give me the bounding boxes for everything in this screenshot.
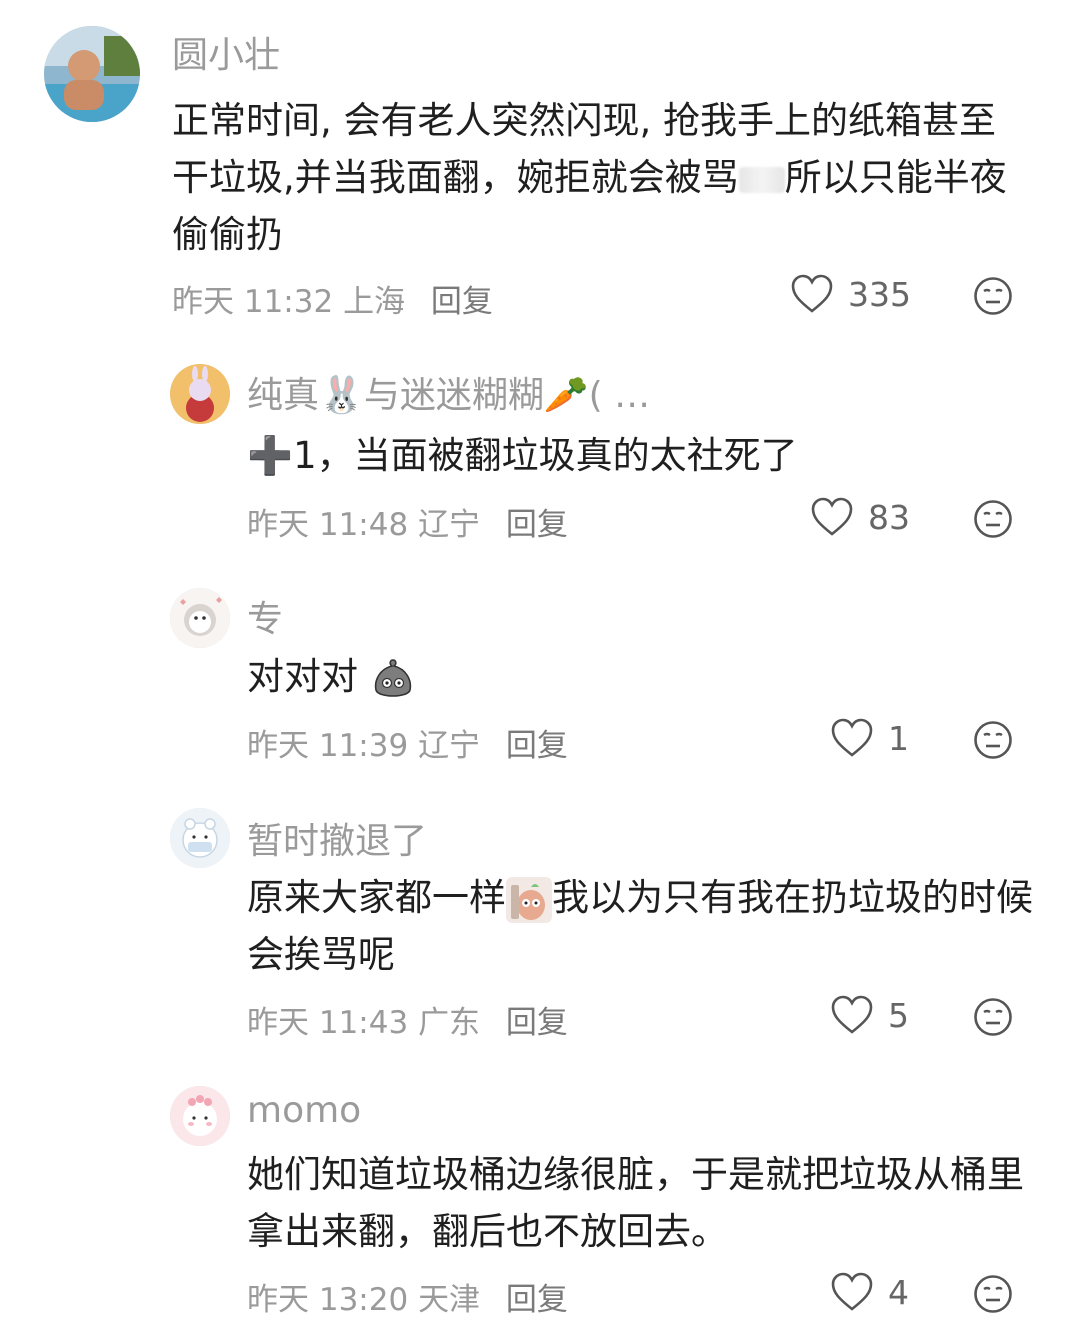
reply-button[interactable]: 回复	[506, 507, 568, 543]
like-count: 5	[888, 995, 909, 1035]
reply-button[interactable]: 回复	[431, 284, 493, 320]
comment-meta: 昨天 11:48 辽宁 回复	[247, 499, 568, 544]
heart-outline-icon	[831, 995, 873, 1034]
avatar[interactable]	[170, 808, 230, 868]
reply-button[interactable]: 回复	[506, 728, 568, 764]
like-count: 83	[868, 497, 910, 537]
comment-text-part: 对对对	[247, 655, 358, 698]
meh-face-icon[interactable]	[973, 720, 1013, 760]
comment-meta: 昨天 11:39 辽宁 回复	[247, 720, 568, 765]
garbage-bag-emoji	[374, 658, 411, 697]
avatar[interactable]	[44, 26, 140, 122]
like-button[interactable]: 1	[830, 718, 909, 758]
username[interactable]: 圆小壮	[172, 26, 280, 78]
location: 辽宁	[418, 728, 481, 764]
comment-text: ➕1，当面被翻垃圾真的太社死了	[247, 434, 798, 477]
avatar[interactable]	[170, 588, 230, 648]
username[interactable]: 专	[247, 590, 283, 642]
username[interactable]: 暂时撤退了	[247, 812, 427, 864]
timestamp: 昨天 13:20	[247, 1282, 409, 1318]
meh-face-icon[interactable]	[973, 499, 1013, 539]
comment-text: 她们知道垃圾桶边缘很脏，于是就把垃圾从桶里拿出来翻，翻后也不放回去。	[247, 1153, 1024, 1253]
timestamp: 昨天 11:39	[247, 728, 409, 764]
like-button[interactable]: 335	[790, 274, 911, 314]
comment-meta: 昨天 11:43 广东 回复	[247, 997, 568, 1042]
location: 天津	[418, 1282, 481, 1318]
location: 广东	[418, 1005, 481, 1041]
comment-text: 对对对	[247, 648, 1027, 705]
avatar-image	[44, 26, 140, 122]
avatar-image	[170, 588, 230, 648]
timestamp: 昨天 11:48	[247, 507, 409, 543]
location: 上海	[343, 284, 406, 320]
username[interactable]: momo	[247, 1090, 361, 1131]
shy-character-emoji	[506, 876, 552, 923]
comment-meta: 昨天 11:32 上海 回复	[172, 276, 493, 321]
avatar-image	[170, 364, 230, 424]
like-count: 1	[888, 718, 909, 758]
avatar-image	[170, 808, 230, 868]
reply-button[interactable]: 回复	[506, 1005, 568, 1041]
blurred-text	[738, 166, 785, 193]
comment-meta: 昨天 13:20 天津 回复	[247, 1274, 568, 1319]
comment-text: 正常时间, 会有老人突然闪现, 抢我手上的纸箱甚至干垃圾,并当我面翻，婉拒就会被…	[172, 92, 1032, 263]
comment-text-part: 原来大家都一样	[247, 876, 506, 919]
like-count: 335	[848, 274, 911, 314]
meh-face-icon[interactable]	[973, 276, 1013, 316]
timestamp: 昨天 11:43	[247, 1005, 409, 1041]
timestamp: 昨天 11:32	[172, 284, 334, 320]
comment-text: 原来大家都一样 我以为只有我在扔垃圾的时候会挨骂呢	[247, 869, 1037, 983]
like-count: 4	[888, 1272, 909, 1312]
avatar-image	[170, 1086, 230, 1146]
meh-face-icon[interactable]	[973, 997, 1013, 1037]
avatar[interactable]	[170, 364, 230, 424]
meh-face-icon[interactable]	[973, 1274, 1013, 1314]
heart-outline-icon	[811, 497, 853, 536]
username[interactable]: 纯真🐰与迷迷糊糊🥕( …	[247, 366, 650, 418]
like-button[interactable]: 5	[830, 995, 909, 1035]
heart-outline-icon	[831, 718, 873, 757]
location: 辽宁	[418, 507, 481, 543]
like-button[interactable]: 4	[830, 1272, 909, 1312]
heart-outline-icon	[791, 274, 833, 313]
avatar[interactable]	[170, 1086, 230, 1146]
heart-outline-icon	[831, 1272, 873, 1311]
like-button[interactable]: 83	[810, 497, 910, 537]
reply-button[interactable]: 回复	[506, 1282, 568, 1318]
